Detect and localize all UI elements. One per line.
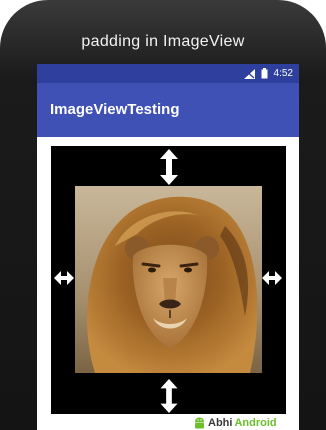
- status-bar: 4:52: [37, 64, 299, 83]
- arrow-left-right-icon: [54, 271, 74, 285]
- phone-frame: padding in ImageView 4:52 ImageViewTesti…: [0, 0, 326, 430]
- app-bar: ImageViewTesting: [37, 83, 299, 137]
- arrow-left-right-icon: [262, 271, 282, 285]
- brand-text-part1: Abhi: [208, 417, 233, 429]
- battery-icon: [261, 68, 268, 79]
- app-title: ImageViewTesting: [50, 101, 180, 118]
- android-icon: [195, 417, 204, 429]
- arrow-up-down-icon: [160, 378, 178, 414]
- phone-screen: 4:52 ImageViewTesting Abhi Android: [37, 64, 299, 430]
- abhiandroid-logo: Abhi Android: [193, 415, 277, 430]
- signal-icon: [243, 68, 255, 79]
- lion-image: [75, 186, 262, 373]
- arrow-up-down-icon: [160, 149, 178, 185]
- image-view: [51, 146, 286, 414]
- main-content: Abhi Android: [37, 137, 299, 430]
- device-caption: padding in ImageView: [81, 33, 245, 50]
- status-time: 4:52: [273, 68, 293, 79]
- brand-text-part2: Android: [234, 417, 277, 429]
